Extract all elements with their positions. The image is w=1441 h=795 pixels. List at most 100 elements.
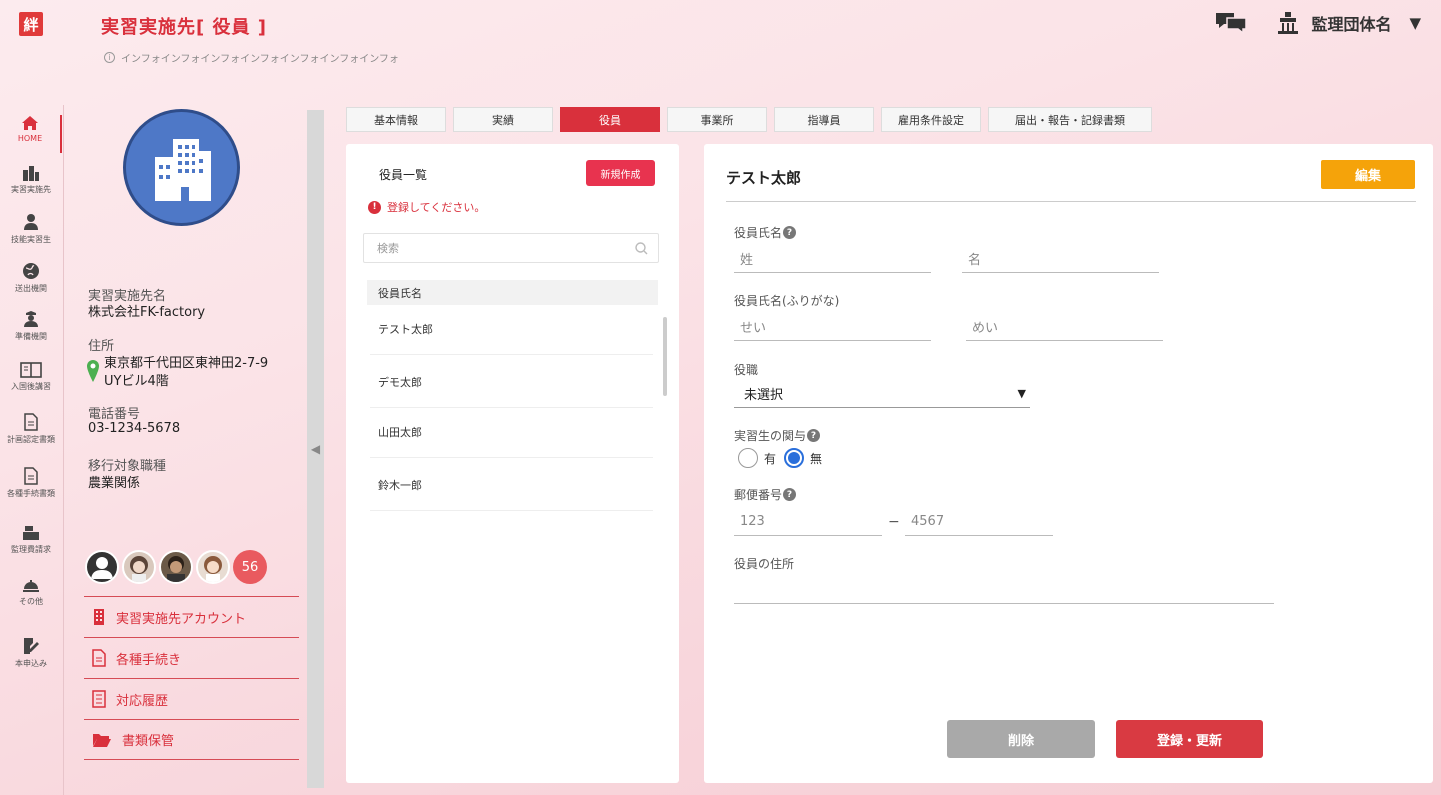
nav-item-home[interactable]: HOME [0,115,62,153]
header-right: 監理団体名 ▼ [1215,8,1421,38]
nav-label: 準備機関 [15,332,47,341]
building-icon [154,138,211,201]
tab-offices[interactable]: 事業所 [667,107,767,132]
org-dropdown-icon[interactable]: ▼ [1409,14,1421,32]
position-value: 未選択 [744,388,784,403]
edit-button[interactable]: 編集 [1321,160,1415,189]
save-button[interactable]: 登録・更新 [1116,720,1263,758]
delete-button[interactable]: 削除 [947,720,1095,758]
first-name-input[interactable]: 名 [962,245,1159,273]
officer-list-panel: 役員一覧 新規作成 ! 登録してください。 検索 役員氏名 テスト太郎 デモ太郎… [346,144,679,783]
document-icon [24,467,38,485]
menu-label: 各種手続き [116,652,182,668]
postal-label: 郵便番号? [734,486,797,503]
list-item[interactable]: テスト太郎 [370,303,653,355]
name-label-text: 役員氏名 [734,226,783,240]
menu-account[interactable]: 実習実施先アカウント [84,596,299,637]
new-button[interactable]: 新規作成 [586,160,655,186]
postal-dash: − [888,514,900,530]
chat-icon[interactable] [1215,11,1248,35]
list-icon [92,690,106,708]
first-kana-input[interactable]: めい [966,313,1163,341]
postal-code-2-input[interactable]: 4567 [905,508,1053,536]
list-item[interactable]: デモ太郎 [370,356,653,408]
nav-label: その他 [19,597,43,606]
nav-item-billing[interactable]: 監理費請求 [0,525,62,555]
nav-item-jisshu[interactable]: 実習実施先 [0,165,62,195]
app-logo[interactable]: 絆 [19,12,43,36]
radio-yes[interactable]: 有 [738,448,776,468]
bell-icon [23,580,39,592]
nav-label: 技能実習生 [11,235,51,244]
position-select[interactable]: 未選択 ▼ [734,380,1030,408]
org-name[interactable]: 監理団体名 [1311,11,1391,35]
nav-label: 計画認定書類 [7,435,55,444]
tab-officers[interactable]: 役員 [560,107,660,132]
tab-instructors[interactable]: 指導員 [774,107,874,132]
info-text: インフォインフォインフォインフォインフォインフォインフォ [121,54,399,65]
map-pin-icon[interactable] [86,359,100,383]
radio-circle-selected[interactable] [784,448,804,468]
nav-item-trainee[interactable]: 技能実習生 [0,213,62,245]
nav-item-plan-docs[interactable]: 計画認定書類 [0,413,62,445]
avatar[interactable] [159,550,193,584]
alert-icon: ! [368,200,381,214]
last-kana-input[interactable]: せい [734,313,931,341]
help-icon[interactable]: ? [807,429,821,442]
help-icon[interactable]: ? [783,488,797,501]
menu-storage[interactable]: 書類保管 [84,719,299,760]
list-item[interactable]: 山田太郎 [370,406,653,458]
building-icon [94,609,104,625]
radio-circle[interactable] [738,448,758,468]
tab-employment-settings[interactable]: 雇用条件設定 [881,107,981,132]
tab-reports[interactable]: 届出・報告・記録書類 [988,107,1152,132]
list-item[interactable]: 鈴木一郎 [370,459,653,511]
nav-item-sending[interactable]: 送出機関 [0,262,62,294]
nav-label: 入国後講習 [11,382,51,391]
company-name: 株式会社FK-factory [88,305,206,320]
menu-history[interactable]: 対応履歴 [84,678,299,719]
document-icon [92,649,106,667]
nav-item-proc-docs[interactable]: 各種手続書類 [0,467,62,499]
menu-label: 対応履歴 [116,693,169,709]
involvement-label-text: 実習生の関与 [734,429,807,443]
postal-code-1-input[interactable]: 123 [734,508,882,536]
nav-item-other[interactable]: その他 [0,579,62,607]
dropdown-arrow-icon: ▼ [1017,387,1026,400]
address-line-2: UYビル4階 [104,374,169,389]
job-value: 農業関係 [88,476,141,491]
nav-item-lecture[interactable]: 入国後講習 [0,362,62,392]
avatar[interactable] [196,550,230,584]
nav-label: 送出機関 [15,284,47,293]
last-name-input[interactable]: 姓 [734,245,931,273]
tab-bar: 基本情報 実績 役員 事業所 指導員 雇用条件設定 届出・報告・記録書類 [346,107,1159,132]
list-scrollbar[interactable] [663,317,667,396]
address-line-1: 東京都千代田区東神田2-7-9 [104,356,269,371]
avatar[interactable] [122,550,156,584]
collapse-handle[interactable]: ◀ [307,110,324,788]
nav-item-prep[interactable]: 準備機関 [0,310,62,342]
search-input[interactable]: 検索 [363,233,659,263]
phone-label: 電話番号 [88,407,141,422]
tab-results[interactable]: 実績 [453,107,553,132]
nav-label: HOME [17,134,43,143]
tab-basic-info[interactable]: 基本情報 [346,107,446,132]
phone-value: 03-1234-5678 [88,421,181,436]
member-count-badge[interactable]: 56 [233,550,267,584]
globe-icon [23,263,39,279]
menu-label: 実習実施先アカウント [116,611,247,627]
officer-address-input[interactable] [734,576,1274,604]
member-avatars[interactable]: 56 [85,550,267,584]
nav-label: 各種手続書類 [7,489,55,498]
avatar[interactable] [85,550,119,584]
menu-procedures[interactable]: 各種手続き [84,637,299,678]
involvement-label: 実習生の関与? [734,427,821,444]
radio-no[interactable]: 無 [784,448,822,468]
info-icon: i [104,52,115,63]
search-icon[interactable] [635,242,648,255]
register-icon [23,526,39,540]
help-icon[interactable]: ? [783,226,797,239]
left-nav: HOME 実習実施先 技能実習生 送出機関 準備機関 入国後講習 計画認定書類 … [0,105,64,795]
nav-item-apply[interactable]: 本申込み [0,637,62,669]
search-placeholder: 検索 [377,242,399,255]
